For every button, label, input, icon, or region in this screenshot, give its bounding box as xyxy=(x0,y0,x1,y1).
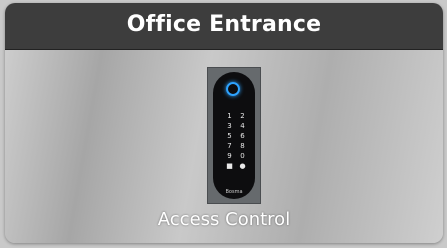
key-7: 7 xyxy=(227,142,232,150)
access-control-card[interactable]: Office Entrance 1 2 3 4 5 6 7 8 9 0 ■ ● … xyxy=(5,3,443,243)
key-3: 3 xyxy=(227,122,232,130)
key-1: 1 xyxy=(227,112,232,120)
key-6: 6 xyxy=(240,132,245,140)
device-keypad: 1 2 3 4 5 6 7 8 9 0 ■ ● xyxy=(225,112,247,170)
key-8: 8 xyxy=(240,142,245,150)
key-4: 4 xyxy=(240,122,245,130)
key-9: 9 xyxy=(227,152,232,160)
fingerprint-ring-icon xyxy=(226,82,240,96)
card-caption: Access Control xyxy=(157,209,291,230)
key-0: 0 xyxy=(240,152,245,160)
card-header: Office Entrance xyxy=(5,3,443,50)
key-2: 2 xyxy=(240,112,245,120)
keypad-lock-icon: 1 2 3 4 5 6 7 8 9 0 ■ ● Bosma xyxy=(213,72,255,199)
key-clear: ■ xyxy=(226,162,233,170)
key-enter: ● xyxy=(239,162,246,170)
access-control-device-image: 1 2 3 4 5 6 7 8 9 0 ■ ● Bosma xyxy=(207,67,261,204)
card-title: Office Entrance xyxy=(126,12,322,37)
device-brand-label: Bosma xyxy=(225,189,243,195)
key-5: 5 xyxy=(227,132,232,140)
